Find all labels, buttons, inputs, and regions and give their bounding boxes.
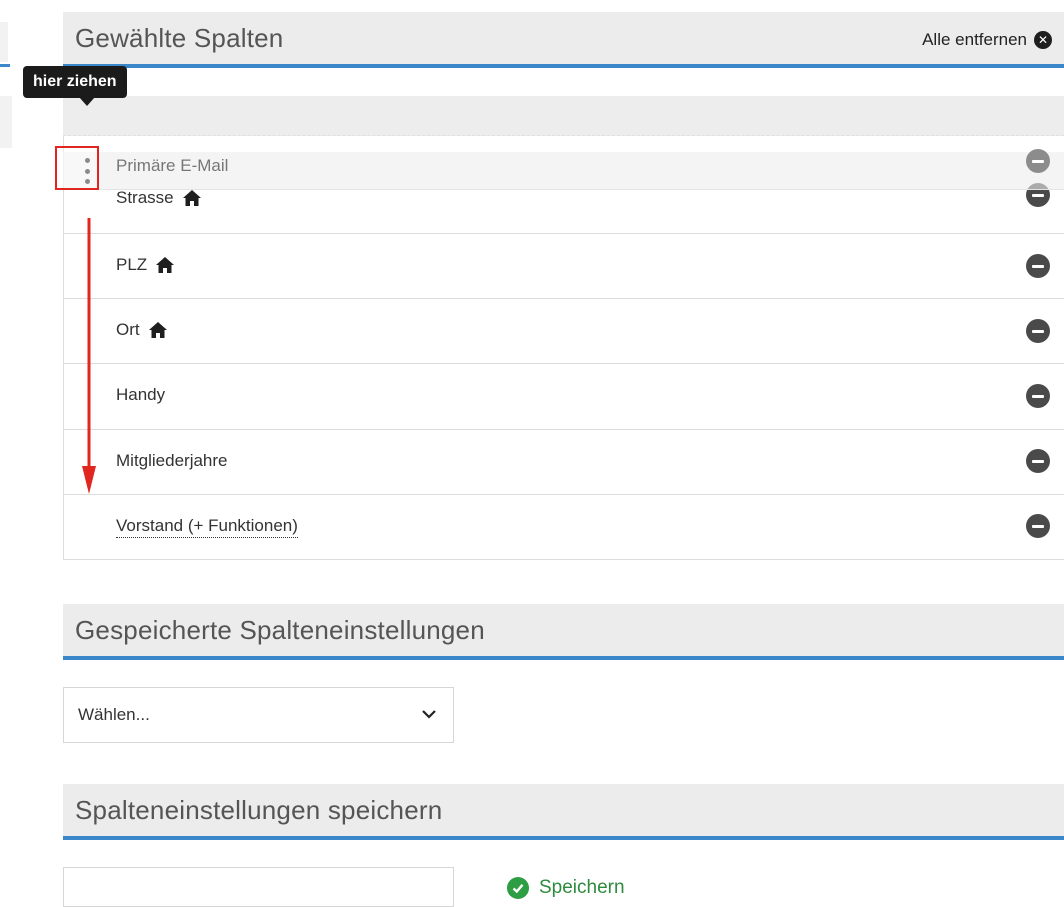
remove-all-label: Alle entfernen <box>922 30 1027 49</box>
home-icon <box>182 190 201 206</box>
home-icon <box>156 257 175 273</box>
remove-column-button[interactable] <box>1026 514 1050 538</box>
dragged-item-label: Primäre E-Mail <box>116 156 229 175</box>
list-item-label: PLZ <box>116 255 148 274</box>
list-item[interactable]: Ort <box>63 298 1064 363</box>
save-settings-title: Spalteneinstellungen speichern <box>75 795 443 825</box>
dragged-list-item[interactable]: Primäre E-Mail <box>63 149 1064 190</box>
drop-placeholder <box>63 96 1064 136</box>
selected-columns-header: Gewählte Spalten Alle entfernen ✕ <box>63 12 1064 68</box>
remove-column-button[interactable] <box>1026 149 1050 173</box>
left-panel-edge <box>0 22 8 62</box>
save-label: Speichern <box>539 877 625 898</box>
list-item-label: Mitgliederjahre <box>116 451 228 470</box>
home-icon <box>148 322 167 338</box>
drag-handle-highlight <box>55 146 99 190</box>
drag-direction-arrow-icon <box>82 218 96 494</box>
saved-settings-select[interactable]: Wählen... <box>63 687 454 743</box>
remove-all-button[interactable]: Alle entfernen ✕ <box>922 30 1052 50</box>
drag-tooltip: hier ziehen <box>23 66 127 98</box>
select-value: Wählen... <box>78 705 150 724</box>
remove-column-button[interactable] <box>1026 319 1050 343</box>
settings-name-input[interactable] <box>63 867 454 907</box>
list-item[interactable]: Vorstand (+ Funktionen) <box>63 494 1064 559</box>
selected-columns-title: Gewählte Spalten <box>75 23 284 53</box>
left-panel-accent <box>0 64 10 67</box>
tooltip-arrow <box>79 97 95 106</box>
saved-settings-header: Gespeicherte Spalteneinstellungen <box>63 604 1064 660</box>
list-item[interactable]: PLZ <box>63 233 1064 298</box>
remove-column-button[interactable] <box>1026 449 1050 473</box>
list-item-label: Handy <box>116 385 166 404</box>
chevron-down-icon <box>422 710 436 719</box>
list-item[interactable]: Handy <box>63 363 1064 428</box>
remove-column-button[interactable] <box>1026 254 1050 278</box>
list-item[interactable]: Mitgliederjahre <box>63 429 1064 494</box>
list-item-label: Ort <box>116 320 140 339</box>
list-item-label: Strasse <box>116 188 174 207</box>
saved-settings-title: Gespeicherte Spalteneinstellungen <box>75 615 485 645</box>
remove-column-button[interactable] <box>1026 384 1050 408</box>
close-circle-icon: ✕ <box>1034 31 1052 49</box>
left-panel-edge <box>0 96 12 148</box>
list-item-label: Vorstand (+ Funktionen) <box>116 516 298 538</box>
save-button[interactable]: Speichern <box>507 877 625 899</box>
drag-handle-icon[interactable] <box>84 158 90 184</box>
save-settings-header: Spalteneinstellungen speichern <box>63 784 1064 840</box>
check-circle-icon <box>507 877 529 899</box>
